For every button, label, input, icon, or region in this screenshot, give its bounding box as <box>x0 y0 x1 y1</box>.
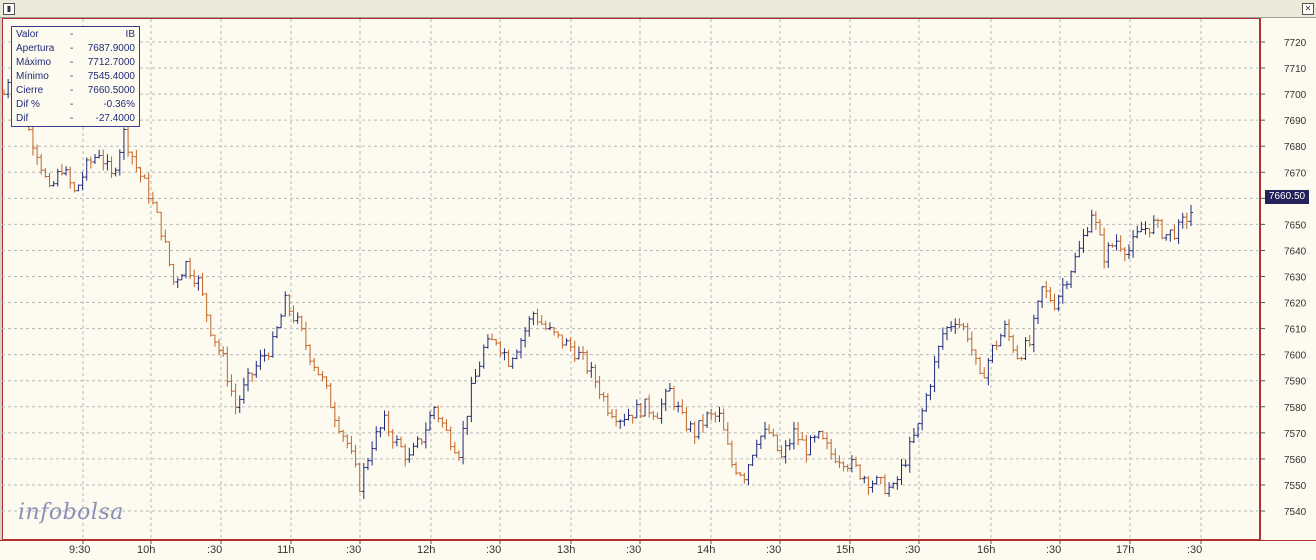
infobolsa-logo: infobolsa <box>18 500 124 525</box>
info-row: Mínimo - 7545.4000 <box>12 71 139 85</box>
y-tick-label: 7540 <box>1284 507 1307 518</box>
info-label: Apertura <box>16 43 55 54</box>
x-tick-label: :30 <box>346 544 361 556</box>
y-tick-label: 7710 <box>1284 64 1307 75</box>
y-tick-label: 7690 <box>1284 116 1307 127</box>
x-tick-label: 15h <box>836 544 854 556</box>
y-tick-label: 7590 <box>1284 377 1307 388</box>
y-tick-label: 7630 <box>1284 273 1307 284</box>
info-value: 7687.9000 <box>87 43 135 54</box>
info-label: Dif % <box>16 99 40 110</box>
x-tick-label: 17h <box>1116 544 1134 556</box>
x-tick-label: 13h <box>557 544 575 556</box>
y-tick-label: 7610 <box>1284 325 1307 336</box>
x-tick-label: :30 <box>905 544 920 556</box>
info-label: Dif <box>16 113 29 124</box>
price-chart: 7720771077007690768076707660765076407630… <box>2 19 1307 556</box>
info-value: IB <box>125 29 135 40</box>
info-separator: - <box>70 71 74 82</box>
quote-info-box: Valor - IB Apertura - 7687.9000 Máximo - 7712.70… <box>11 26 140 127</box>
info-row: Máximo - 7712.7000 <box>12 57 139 71</box>
info-label: Mínimo <box>16 71 49 82</box>
info-label: Máximo <box>16 57 52 68</box>
info-label: Cierre <box>16 85 44 96</box>
last-price-label: 7660.50 <box>1265 190 1309 204</box>
info-separator: - <box>70 113 74 124</box>
info-value: -0.36% <box>103 99 135 110</box>
info-row: Dif - -27.4000 <box>12 113 139 127</box>
x-tick-label: :30 <box>1046 544 1061 556</box>
y-tick-label: 7600 <box>1284 351 1307 362</box>
info-row: Apertura - 7687.9000 <box>12 43 139 57</box>
x-tick-label: 9:30 <box>69 544 90 556</box>
y-tick-label: 7580 <box>1284 403 1307 414</box>
info-row: Cierre - 7660.5000 <box>12 85 139 99</box>
y-tick-label: 7620 <box>1284 299 1307 310</box>
info-row: Valor - IB <box>12 29 139 43</box>
y-tick-label: 7560 <box>1284 455 1307 466</box>
info-label: Valor <box>16 29 39 40</box>
y-tick-label: 7570 <box>1284 429 1307 440</box>
x-tick-label: 14h <box>697 544 715 556</box>
info-separator: - <box>70 29 74 40</box>
info-separator: - <box>70 85 74 96</box>
info-value: 7545.4000 <box>87 71 135 82</box>
y-tick-label: 7550 <box>1284 481 1307 492</box>
y-tick-label: 7670 <box>1284 168 1307 179</box>
y-tick-label: 7680 <box>1284 142 1307 153</box>
x-tick-label: 10h <box>137 544 155 556</box>
x-tick-label: :30 <box>1187 544 1202 556</box>
y-tick-label: 7640 <box>1284 246 1307 257</box>
y-tick-label: 7720 <box>1284 38 1307 49</box>
info-value: 7712.7000 <box>87 57 135 68</box>
x-tick-label: 12h <box>417 544 435 556</box>
x-tick-label: 11h <box>277 544 295 556</box>
y-tick-label: 7700 <box>1284 90 1307 101</box>
info-value: -27.4000 <box>95 113 135 124</box>
info-value: 7660.5000 <box>87 85 135 96</box>
info-row: Dif % - -0.36% <box>12 99 139 113</box>
y-tick-label: 7650 <box>1284 220 1307 231</box>
info-separator: - <box>70 99 74 110</box>
x-tick-label: :30 <box>626 544 641 556</box>
x-tick-label: 16h <box>977 544 995 556</box>
x-tick-label: :30 <box>766 544 781 556</box>
info-separator: - <box>70 57 74 68</box>
info-separator: - <box>70 43 74 54</box>
x-tick-label: :30 <box>486 544 501 556</box>
x-tick-label: :30 <box>207 544 222 556</box>
